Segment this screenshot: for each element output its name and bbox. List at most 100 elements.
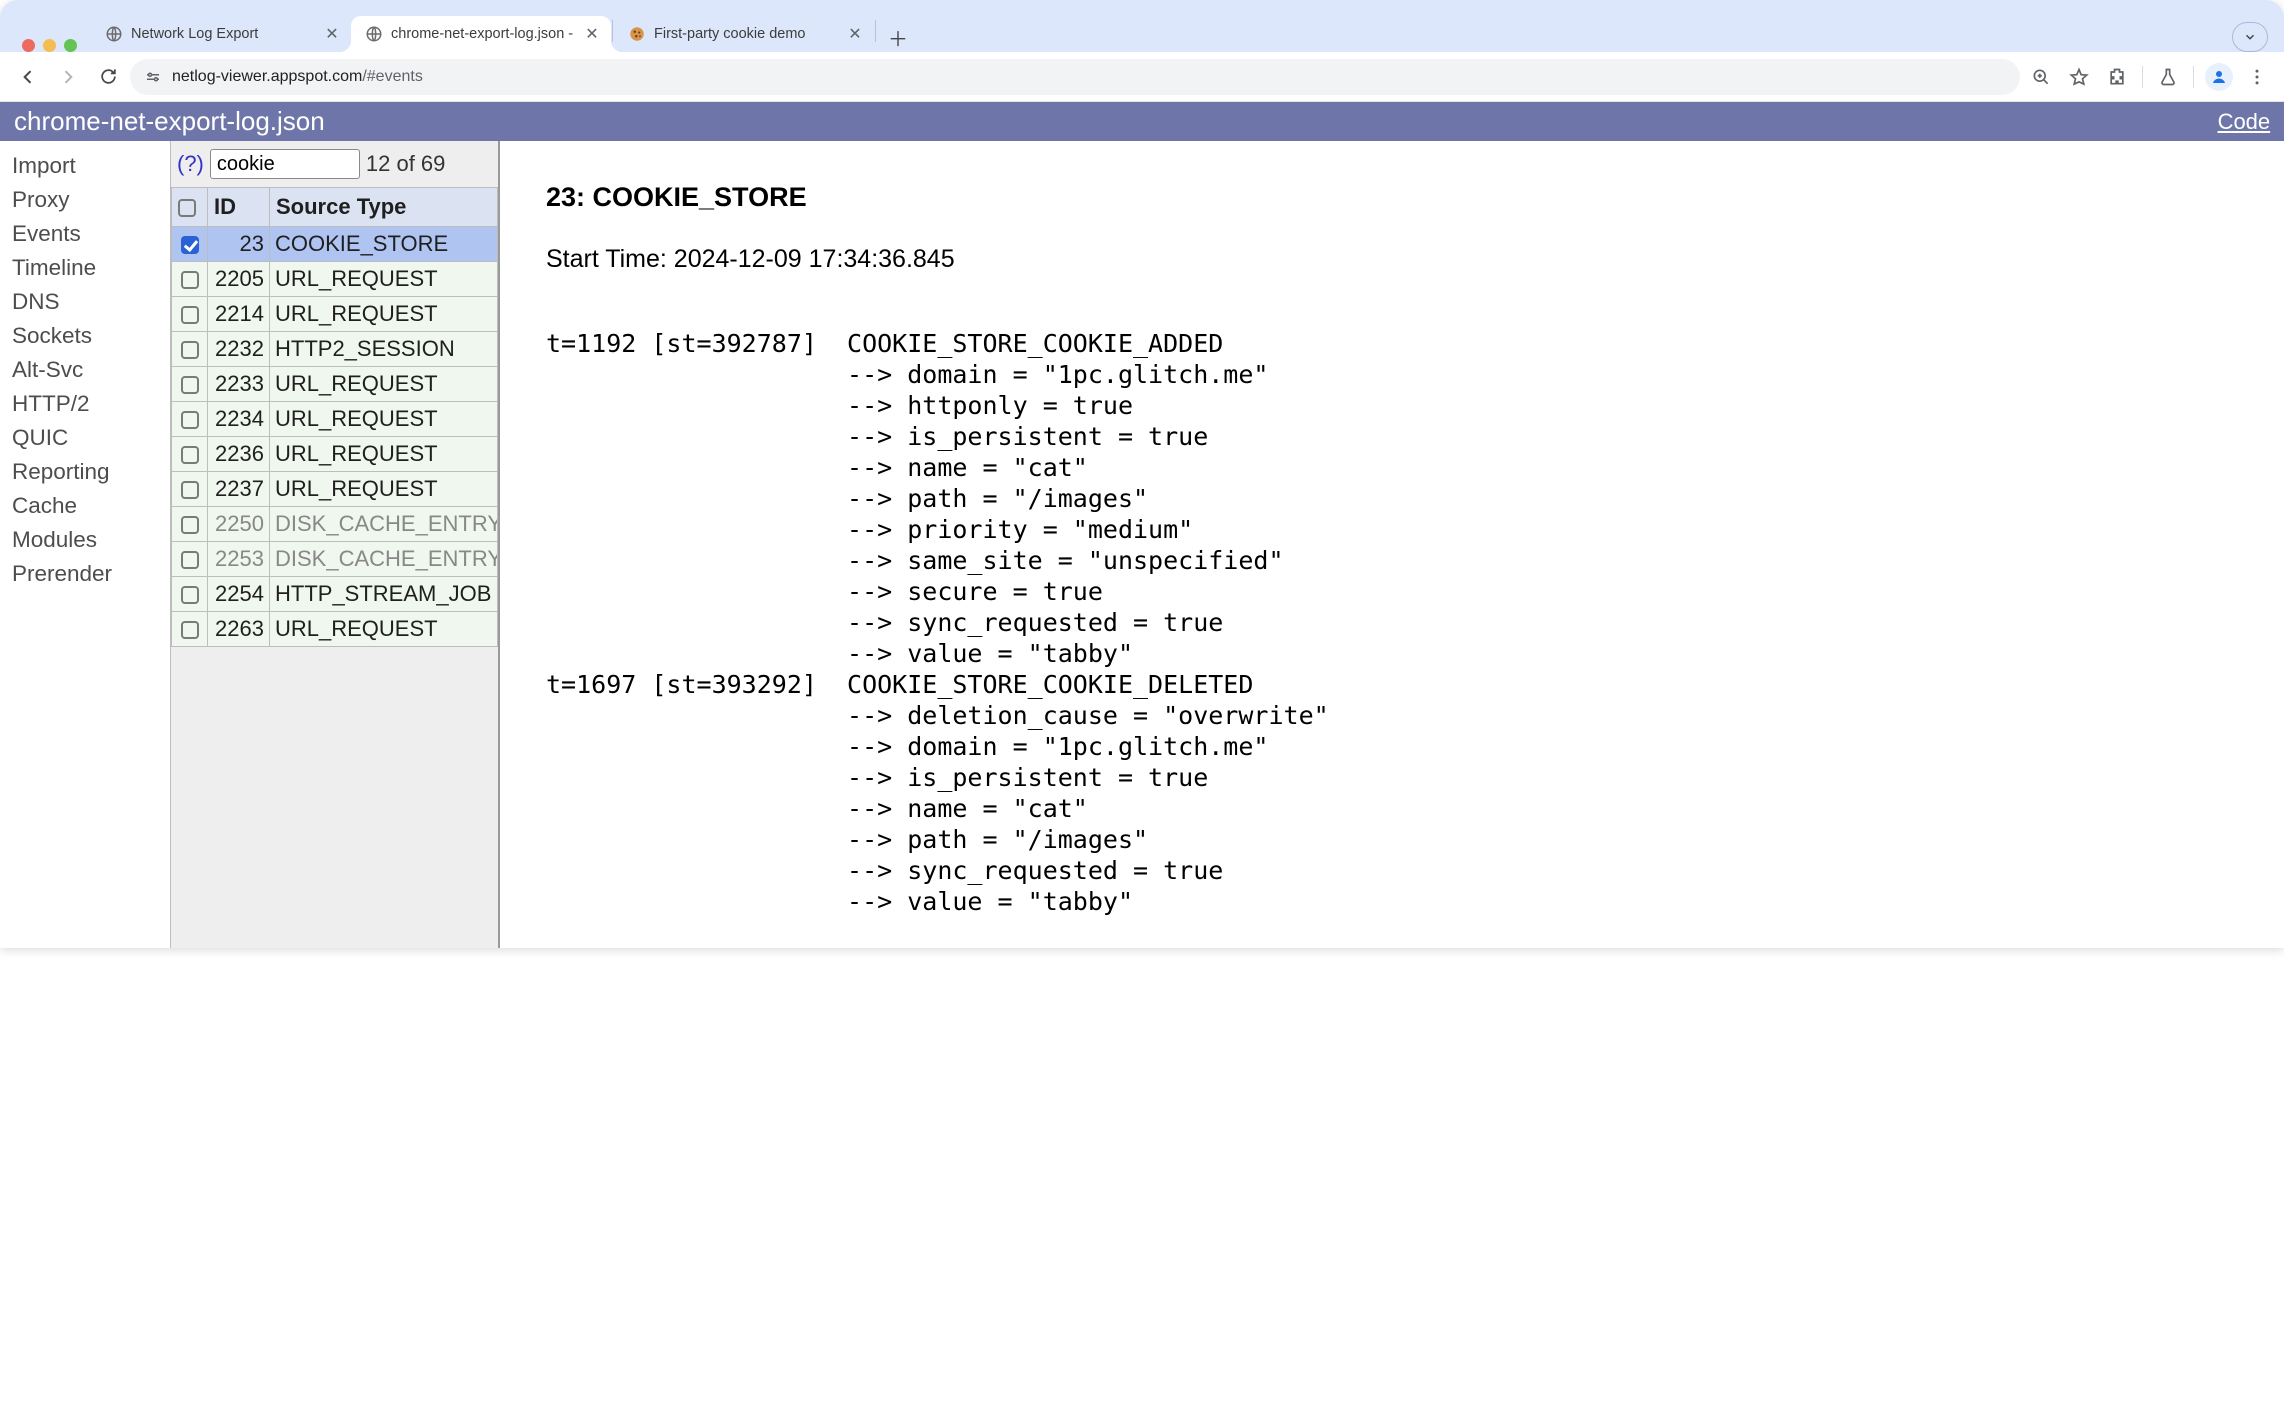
- extensions-icon[interactable]: [2100, 60, 2134, 94]
- tab-separator: [612, 20, 613, 42]
- tab-title: chrome-net-export-log.json -: [391, 26, 575, 42]
- tab-separator: [875, 20, 876, 42]
- filter-count: 12 of 69: [366, 151, 446, 177]
- profile-button[interactable]: [2202, 60, 2236, 94]
- row-id: 2254: [208, 577, 270, 612]
- row-source-type: URL_REQUEST: [270, 472, 498, 507]
- filter-help-link[interactable]: (?): [177, 151, 204, 177]
- row-checkbox[interactable]: [181, 586, 199, 604]
- globe-icon: [365, 25, 383, 43]
- row-id: 2214: [208, 297, 270, 332]
- close-icon[interactable]: ✕: [583, 24, 601, 44]
- table-row[interactable]: 2234URL_REQUEST: [172, 402, 498, 437]
- tab-1[interactable]: chrome-net-export-log.json - ✕: [351, 16, 611, 52]
- row-source-type: URL_REQUEST: [270, 437, 498, 472]
- tab-0[interactable]: Network Log Export ✕: [91, 16, 351, 52]
- row-checkbox[interactable]: [181, 411, 199, 429]
- sidebar-item-proxy[interactable]: Proxy: [12, 183, 170, 217]
- row-source-type: URL_REQUEST: [270, 402, 498, 437]
- tab-title: Network Log Export: [131, 26, 315, 42]
- sidebar-item-timeline[interactable]: Timeline: [12, 251, 170, 285]
- minimize-window-button[interactable]: [43, 39, 56, 52]
- avatar-icon: [2205, 63, 2233, 91]
- sidebar-item-events[interactable]: Events: [12, 217, 170, 251]
- event-detail: 23: COOKIE_STORE Start Time: 2024-12-09 …: [500, 141, 2284, 948]
- detail-body: t=1192 [st=392787] COOKIE_STORE_COOKIE_A…: [546, 329, 1329, 916]
- row-id: 23: [208, 227, 270, 262]
- row-source-type: URL_REQUEST: [270, 367, 498, 402]
- row-checkbox[interactable]: [181, 481, 199, 499]
- table-row[interactable]: 2250DISK_CACHE_ENTRY: [172, 507, 498, 542]
- row-source-type: DISK_CACHE_ENTRY: [270, 542, 498, 577]
- row-id: 2233: [208, 367, 270, 402]
- zoom-icon[interactable]: [2024, 60, 2058, 94]
- row-checkbox[interactable]: [181, 621, 199, 639]
- row-id: 2237: [208, 472, 270, 507]
- table-row[interactable]: 23COOKIE_STORE: [172, 227, 498, 262]
- site-info-icon[interactable]: [144, 68, 162, 86]
- row-id: 2205: [208, 262, 270, 297]
- close-icon[interactable]: ✕: [846, 24, 864, 44]
- detail-start-time: Start Time: 2024-12-09 17:34:36.845: [546, 244, 2278, 275]
- new-tab-button[interactable]: ＋: [883, 22, 913, 52]
- row-checkbox[interactable]: [181, 341, 199, 359]
- table-row[interactable]: 2236URL_REQUEST: [172, 437, 498, 472]
- row-checkbox[interactable]: [181, 551, 199, 569]
- tab-title: First-party cookie demo: [654, 26, 838, 42]
- loaded-filename: chrome-net-export-log.json: [14, 106, 325, 137]
- row-checkbox[interactable]: [181, 271, 199, 289]
- table-row[interactable]: 2214URL_REQUEST: [172, 297, 498, 332]
- row-id: 2263: [208, 612, 270, 647]
- window-traffic-lights: [18, 35, 91, 52]
- table-row[interactable]: 2263URL_REQUEST: [172, 612, 498, 647]
- source-column-header[interactable]: Source Type: [270, 188, 498, 227]
- sidebar-item-dns[interactable]: DNS: [12, 285, 170, 319]
- table-row[interactable]: 2232HTTP2_SESSION: [172, 332, 498, 367]
- table-row[interactable]: 2233URL_REQUEST: [172, 367, 498, 402]
- globe-icon: [105, 25, 123, 43]
- row-source-type: COOKIE_STORE: [270, 227, 498, 262]
- row-source-type: URL_REQUEST: [270, 262, 498, 297]
- sidebar-item-import[interactable]: Import: [12, 149, 170, 183]
- browser-chrome: Network Log Export ✕ chrome-net-export-l…: [0, 0, 2284, 948]
- row-checkbox[interactable]: [181, 306, 199, 324]
- sidebar-item-modules[interactable]: Modules: [12, 523, 170, 557]
- sidebar-item-alt-svc[interactable]: Alt-Svc: [12, 353, 170, 387]
- table-row[interactable]: 2237URL_REQUEST: [172, 472, 498, 507]
- url-host: netlog-viewer.appspot.com/#events: [172, 68, 423, 86]
- table-row[interactable]: 2253DISK_CACHE_ENTRY: [172, 542, 498, 577]
- labs-icon[interactable]: [2151, 60, 2185, 94]
- sidebar-item-prerender[interactable]: Prerender: [12, 557, 170, 591]
- forward-button[interactable]: [50, 59, 86, 95]
- code-link[interactable]: Code: [2218, 109, 2271, 135]
- sidebar-item-quic[interactable]: QUIC: [12, 421, 170, 455]
- sidebar-item-sockets[interactable]: Sockets: [12, 319, 170, 353]
- detail-title: 23: COOKIE_STORE: [546, 182, 2278, 213]
- row-id: 2234: [208, 402, 270, 437]
- sidebar-item-reporting[interactable]: Reporting: [12, 455, 170, 489]
- row-checkbox[interactable]: [181, 446, 199, 464]
- tab-search-button[interactable]: [2232, 22, 2268, 52]
- table-row[interactable]: 2205URL_REQUEST: [172, 262, 498, 297]
- zoom-window-button[interactable]: [64, 39, 77, 52]
- kebab-menu-icon[interactable]: [2240, 60, 2274, 94]
- row-id: 2250: [208, 507, 270, 542]
- page-header: chrome-net-export-log.json Code: [0, 102, 2284, 141]
- select-all-header[interactable]: [172, 188, 208, 227]
- page-content: chrome-net-export-log.json Code Import P…: [0, 102, 2284, 948]
- reload-button[interactable]: [90, 59, 126, 95]
- row-checkbox[interactable]: [181, 236, 199, 254]
- filter-input[interactable]: [210, 149, 360, 179]
- filter-bar: (?) 12 of 69: [171, 141, 498, 187]
- id-column-header[interactable]: ID: [208, 188, 270, 227]
- table-row[interactable]: 2254HTTP_STREAM_JOB: [172, 577, 498, 612]
- row-checkbox[interactable]: [181, 376, 199, 394]
- row-checkbox[interactable]: [181, 516, 199, 534]
- sidebar-item-http2[interactable]: HTTP/2: [12, 387, 170, 421]
- close-window-button[interactable]: [22, 39, 35, 52]
- bookmark-icon[interactable]: [2062, 60, 2096, 94]
- sidebar-item-cache[interactable]: Cache: [12, 489, 170, 523]
- tab-2[interactable]: First-party cookie demo ✕: [614, 16, 874, 52]
- back-button[interactable]: [10, 59, 46, 95]
- address-bar[interactable]: netlog-viewer.appspot.com/#events: [130, 59, 2020, 95]
